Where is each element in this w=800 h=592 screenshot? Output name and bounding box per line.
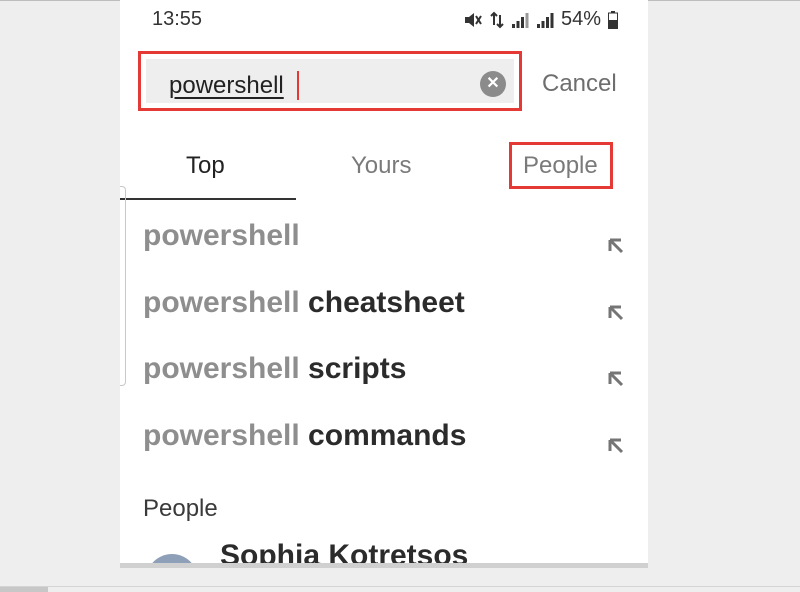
- data-transfer-icon: [490, 11, 504, 29]
- suggestion-item[interactable]: powershell: [143, 216, 624, 256]
- bottom-scroll-area: [120, 563, 648, 568]
- active-tab-indicator: [120, 198, 296, 200]
- cancel-button[interactable]: Cancel: [542, 70, 617, 98]
- suggestion-item[interactable]: powershell commands: [143, 416, 624, 456]
- tab-yours[interactable]: Yours: [351, 152, 412, 180]
- phone-screen: 13:55 54% powershell ✕ Cancel Top Yours …: [120, 0, 648, 568]
- people-section-title: People: [143, 495, 218, 522]
- tab-top[interactable]: Top: [186, 152, 225, 180]
- roaming-signal-icon: [536, 11, 554, 29]
- fill-query-arrow-icon[interactable]: [607, 293, 625, 333]
- suggestion-completion: cheatsheet: [299, 286, 465, 319]
- suggestion-query: powershell: [143, 419, 300, 452]
- text-cursor: [297, 71, 299, 100]
- status-bar: 13:55 54%: [120, 0, 648, 36]
- fill-query-arrow-icon[interactable]: [607, 359, 625, 399]
- fill-query-arrow-icon[interactable]: [607, 226, 625, 266]
- tab-people[interactable]: People: [523, 152, 598, 180]
- horizontal-scrollbar-thumb[interactable]: [0, 587, 48, 592]
- suggestion-query: powershell: [143, 286, 300, 319]
- fill-query-arrow-icon[interactable]: [607, 426, 625, 466]
- suggestion-query: powershell: [143, 352, 300, 385]
- clear-icon[interactable]: ✕: [480, 71, 506, 97]
- suggestion-query: powershell: [143, 219, 300, 252]
- status-time: 13:55: [152, 8, 203, 30]
- battery-icon: [608, 10, 618, 29]
- suggestion-item[interactable]: powershell cheatsheet: [143, 283, 624, 323]
- suggestion-completion: commands: [299, 419, 467, 452]
- page-bottom-edge: [0, 586, 800, 587]
- signal-icon: [511, 11, 529, 29]
- search-highlight-box: powershell ✕: [138, 51, 522, 111]
- mute-vibrate-icon: [463, 11, 483, 29]
- side-panel-edge: [120, 186, 126, 386]
- status-icons: 54%: [463, 8, 618, 31]
- suggestion-completion: scripts: [299, 352, 407, 385]
- suggestion-item[interactable]: powershell scripts: [143, 349, 624, 389]
- search-input-value[interactable]: powershell: [169, 72, 284, 100]
- search-input[interactable]: powershell ✕: [146, 59, 514, 103]
- battery-percent: 54%: [560, 8, 601, 30]
